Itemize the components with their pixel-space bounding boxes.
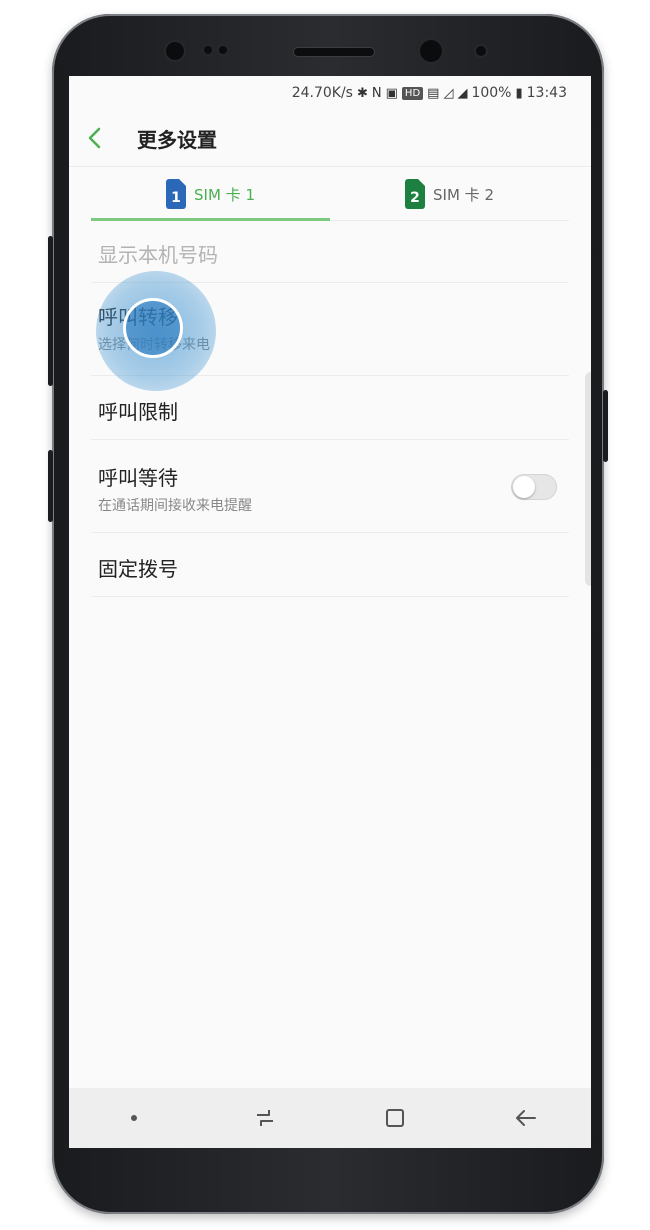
earpiece [294,48,374,56]
setting-call-waiting[interactable]: 呼叫等待 在通话期间接收来电提醒 [91,440,569,533]
setting-title: 呼叫等待 [98,466,178,490]
sim-number: 1 [171,190,181,206]
call-waiting-toggle[interactable] [511,474,557,500]
volume-button [48,236,53,386]
back-arrow-icon[interactable] [496,1098,556,1138]
light-sensor [219,46,227,54]
dot-icon[interactable] [104,1098,164,1138]
toggle-knob [513,476,535,498]
battery-percent: 100% [471,85,512,101]
sim-tabs: 1 SIM 卡 1 2 SIM 卡 2 [91,168,569,221]
setting-subtitle: 在通话期间接收来电提醒 [98,498,252,514]
page-title: 更多设置 [137,127,217,152]
bixby-button [48,450,53,522]
tab-label: SIM 卡 1 [194,185,255,204]
edge-panel-handle[interactable] [585,372,591,586]
signal-icon: ◢ [457,85,468,101]
nfc-icon: N [371,85,382,101]
status-bar: 24.70K/s ✱ N ▣ HD ▤ ◿ ◢ 100% ▮ 13:43 [69,76,591,110]
sim-card-icon: 1 [166,179,187,209]
setting-title: 固定拨号 [98,557,178,581]
proximity-sensor [204,46,212,54]
notification-icon: ▣ [385,85,398,101]
sim-number: 2 [410,190,420,206]
setting-title: 呼叫限制 [98,400,178,424]
power-button [603,390,608,462]
recent-apps-icon[interactable] [235,1098,295,1138]
home-icon[interactable] [365,1098,425,1138]
wifi-icon: ◿ [443,85,454,101]
sim-card-icon: 2 [405,179,426,209]
network-speed: 24.70K/s [291,85,353,101]
navigation-bar [69,1088,591,1148]
touch-indicator [96,271,216,391]
setting-title: 显示本机号码 [98,243,218,267]
tab-label: SIM 卡 2 [433,185,494,204]
front-camera [420,40,442,62]
chevron-left-icon[interactable] [69,127,121,149]
battery-icon: ▮ [515,85,523,101]
tab-sim-1[interactable]: 1 SIM 卡 1 [91,168,330,221]
screen: 24.70K/s ✱ N ▣ HD ▤ ◿ ◢ 100% ▮ 13:43 更多设… [69,76,591,1148]
touch-point [123,298,183,358]
clock: 13:43 [526,85,567,101]
hd-voice-badge: HD [401,86,424,100]
setting-fixed-dialing[interactable]: 固定拨号 [91,533,569,597]
app-header: 更多设置 [69,110,591,167]
iris-sensor [166,42,184,60]
sim-status-icon: ▤ [427,85,440,101]
iris-camera [476,46,486,56]
bluetooth-icon: ✱ [356,85,368,101]
tab-sim-2[interactable]: 2 SIM 卡 2 [330,168,569,220]
